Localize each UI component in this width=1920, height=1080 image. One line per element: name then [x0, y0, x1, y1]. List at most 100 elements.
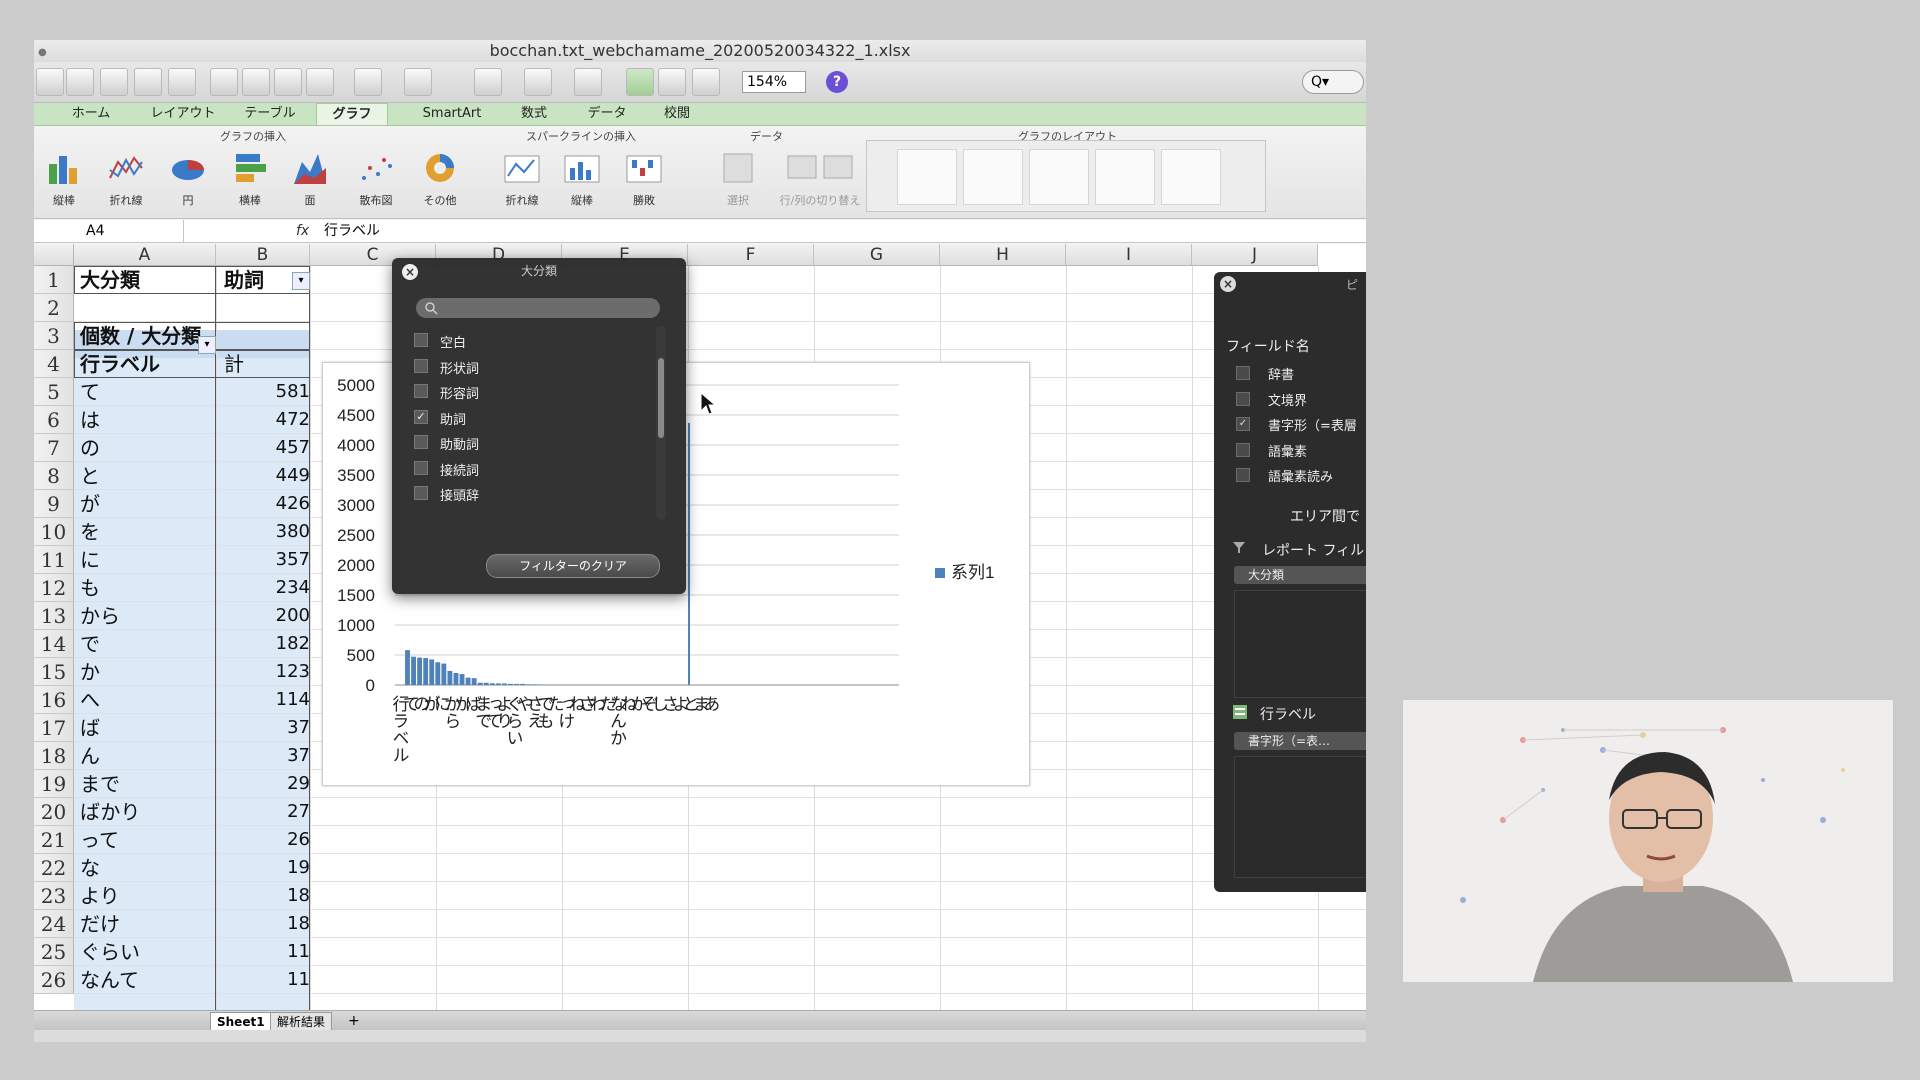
checkbox-icon[interactable]	[414, 486, 428, 500]
window-controls[interactable]: ●	[38, 42, 47, 64]
column-header-a[interactable]: A	[74, 244, 216, 266]
tab-smartart[interactable]: SmartArt	[410, 103, 494, 125]
checked-checkbox-icon[interactable]: ✓	[414, 409, 428, 424]
cell-b[interactable]: 472	[222, 406, 310, 434]
layout-thumbnail[interactable]	[1029, 149, 1089, 205]
cell-a[interactable]: まで	[80, 770, 120, 798]
column-header-i[interactable]: I	[1066, 244, 1192, 266]
row-header[interactable]: 11	[34, 546, 74, 574]
checkbox-icon[interactable]	[1236, 442, 1250, 457]
field-item[interactable]: 文境界	[1268, 390, 1307, 409]
tab-data[interactable]: データ	[572, 103, 642, 125]
cell-b[interactable]: 114	[222, 686, 310, 714]
row-header[interactable]: 24	[34, 910, 74, 938]
row-header[interactable]: 5	[34, 378, 74, 406]
row-header[interactable]: 3	[34, 322, 74, 350]
cell-a[interactable]: ん	[80, 742, 100, 770]
cell-a[interactable]: 行ラベル	[80, 350, 160, 378]
name-box[interactable]: A4	[34, 220, 184, 242]
close-icon[interactable]: ×	[1220, 276, 1236, 292]
filter-search-input[interactable]	[416, 298, 660, 318]
cell-a[interactable]: て	[80, 378, 100, 406]
cell-a[interactable]: に	[80, 546, 100, 574]
search-field[interactable]: Q▾	[1302, 70, 1364, 94]
cell-a[interactable]: より	[80, 882, 120, 910]
cell-b[interactable]: 18	[222, 882, 310, 910]
cell-b[interactable]: 123	[222, 658, 310, 686]
row-header[interactable]: 10	[34, 518, 74, 546]
paste-icon[interactable]	[274, 68, 302, 96]
cell-a[interactable]: で	[80, 630, 100, 658]
area-chart-button[interactable]: 面	[282, 146, 338, 210]
filter-icon[interactable]	[574, 68, 602, 96]
new-document-icon[interactable]	[36, 68, 64, 96]
row-header[interactable]: 19	[34, 770, 74, 798]
cell-a[interactable]: ぐらい	[80, 938, 140, 966]
column-header-h[interactable]: H	[940, 244, 1066, 266]
cell-a[interactable]: から	[80, 602, 120, 630]
format-painter-icon[interactable]	[306, 68, 334, 96]
row-header[interactable]: 23	[34, 882, 74, 910]
cell-b[interactable]: 426	[222, 490, 310, 518]
row-labels-dropzone[interactable]	[1234, 756, 1366, 878]
formula-input[interactable]: 行ラベル	[324, 220, 380, 242]
cell-a[interactable]: も	[80, 574, 100, 602]
tab-home[interactable]: ホーム	[48, 103, 134, 125]
open-icon[interactable]	[100, 68, 128, 96]
tab-chart[interactable]: グラフ	[316, 103, 388, 125]
cell-b[interactable]: 37	[222, 742, 310, 770]
tab-table[interactable]: テーブル	[230, 103, 310, 125]
sheet-tab-sheet1[interactable]: Sheet1	[210, 1012, 272, 1032]
filter-item[interactable]: 形容詞	[414, 383, 479, 402]
cell-b[interactable]: 26	[222, 826, 310, 854]
cell-a[interactable]: が	[80, 490, 100, 518]
cell-a[interactable]: だけ	[80, 910, 120, 938]
checkbox-icon[interactable]	[1236, 366, 1250, 380]
cell-b[interactable]: 449	[222, 462, 310, 490]
row-header[interactable]: 16	[34, 686, 74, 714]
row-header[interactable]: 12	[34, 574, 74, 602]
row-header[interactable]: 22	[34, 854, 74, 882]
filter-item[interactable]: 接続詞	[414, 460, 479, 479]
filter-item[interactable]: 助動詞	[414, 434, 479, 453]
sheet-tab-analysis[interactable]: 解析結果	[270, 1012, 333, 1032]
save-icon[interactable]	[134, 68, 162, 96]
row-header[interactable]: 2	[34, 294, 74, 322]
cell-b[interactable]: 19	[222, 854, 310, 882]
sparkline-column-button[interactable]: 縦棒	[554, 146, 610, 210]
field-item[interactable]: 語彙素	[1268, 441, 1307, 460]
cell-a[interactable]: を	[80, 518, 100, 546]
undo-icon[interactable]	[354, 68, 382, 96]
row-header[interactable]: 8	[34, 462, 74, 490]
sparkline-line-button[interactable]: 折れ線	[494, 146, 550, 210]
row-header[interactable]: 4	[34, 350, 74, 378]
cell-a[interactable]: と	[80, 462, 100, 490]
sort-icon[interactable]	[524, 68, 552, 96]
cell-a[interactable]: ば	[80, 714, 100, 742]
cell-b[interactable]: 計	[224, 350, 312, 378]
line-chart-button[interactable]: 折れ線	[98, 146, 154, 210]
tab-layout[interactable]: レイアウト	[140, 103, 226, 125]
cell-a[interactable]: の	[80, 434, 100, 462]
tab-formulas[interactable]: 数式	[504, 103, 564, 125]
row-header[interactable]: 1	[34, 266, 74, 294]
layout-thumbnail[interactable]	[897, 149, 957, 205]
layout-thumbnail[interactable]	[963, 149, 1023, 205]
cell-b[interactable]: 29	[222, 770, 310, 798]
switch-row-column-button[interactable]: 行/列の切り替え	[770, 146, 870, 210]
filter-item[interactable]: 空白	[414, 332, 466, 351]
row-header[interactable]: 7	[34, 434, 74, 462]
cell-a[interactable]: か	[80, 658, 100, 686]
cell-b[interactable]: 37	[222, 714, 310, 742]
media-browser-icon[interactable]	[658, 68, 686, 96]
field-item[interactable]: 辞書	[1268, 364, 1294, 383]
layout-thumbnail[interactable]	[1095, 149, 1155, 205]
filter-dropdown-icon[interactable]: ▾	[292, 272, 310, 290]
copy-icon[interactable]	[242, 68, 270, 96]
cell-a[interactable]: ばかり	[80, 798, 140, 826]
bar-chart-button[interactable]: 横棒	[222, 146, 278, 210]
cell-a[interactable]: って	[80, 826, 119, 854]
other-chart-button[interactable]: その他	[412, 146, 468, 210]
print-icon[interactable]	[168, 68, 196, 96]
cell-b[interactable]: 27	[222, 798, 310, 826]
